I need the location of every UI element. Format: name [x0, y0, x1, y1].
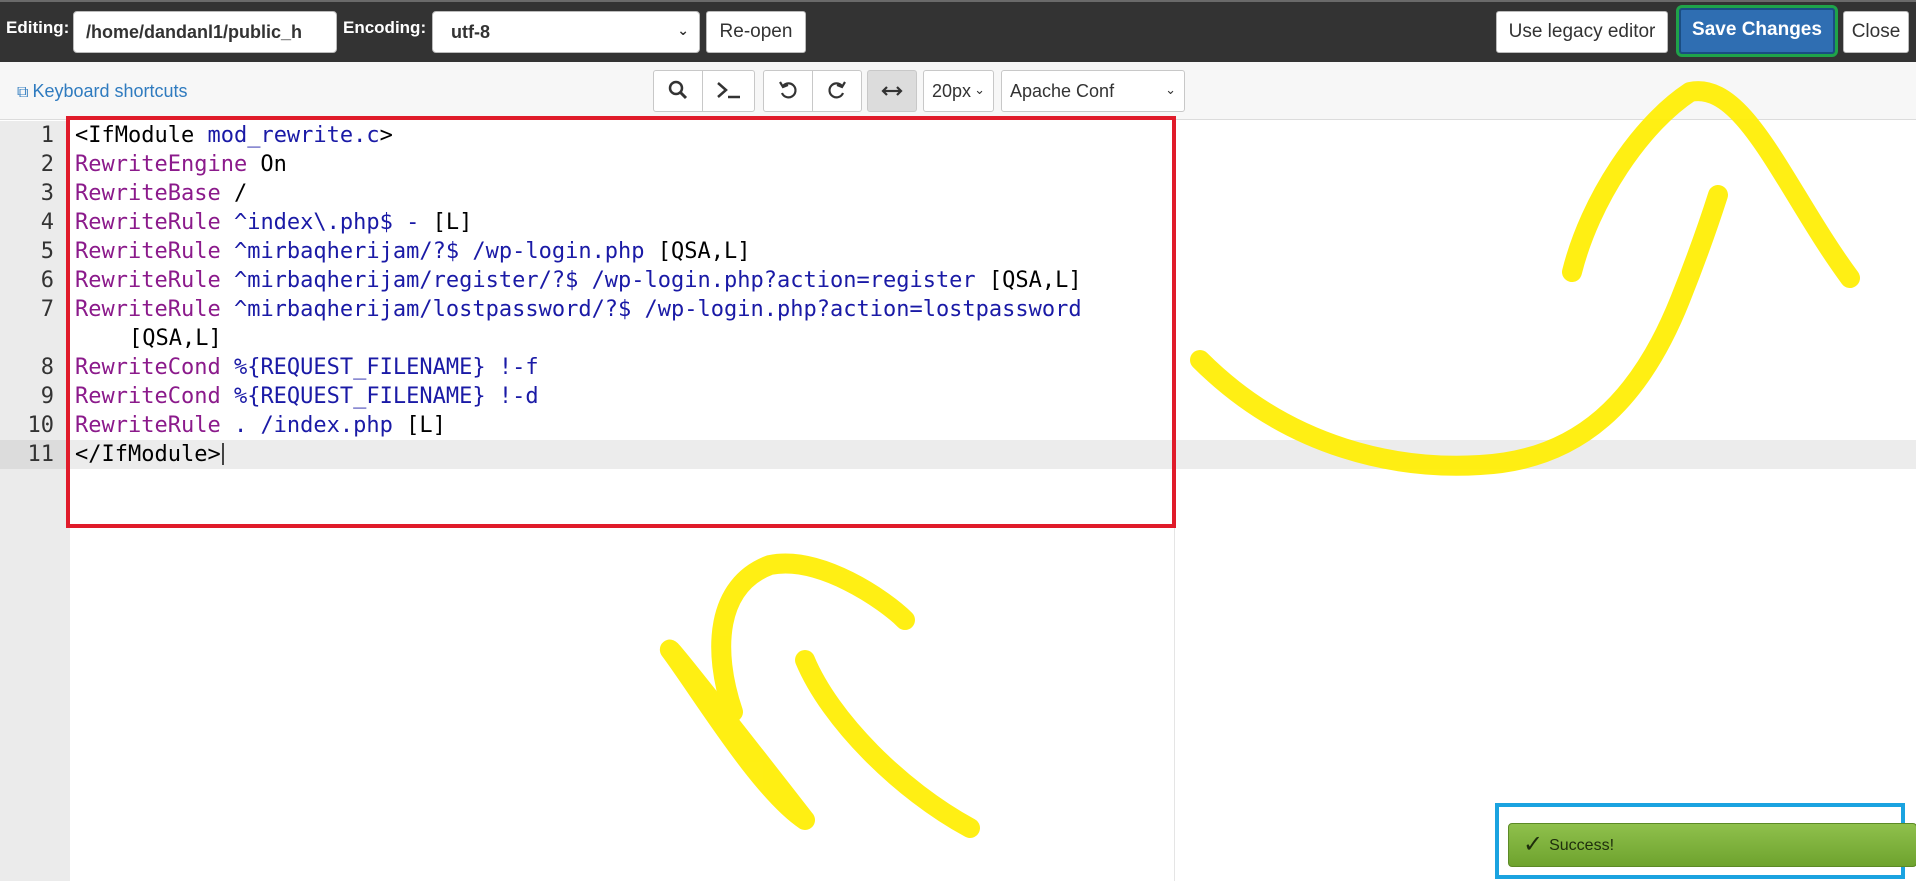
encoding-value: utf-8 [451, 22, 490, 42]
redo-icon [828, 81, 846, 99]
search-icon [668, 80, 688, 100]
line-number: 5 [40, 239, 54, 264]
close-button[interactable]: Close [1843, 11, 1909, 53]
line-number: 4 [40, 210, 54, 235]
line-number: 11 [27, 442, 55, 467]
line-number: 7 [40, 297, 54, 322]
terminal-icon [716, 82, 740, 99]
wrap-icon [881, 86, 903, 96]
syntax-mode-select[interactable]: Apache Conf ⌄ [1001, 70, 1185, 112]
check-icon: ✓ [1523, 831, 1544, 858]
file-path-field[interactable]: /home/dandanl1/public_h [73, 11, 337, 53]
save-changes-button[interactable]: Save Changes [1676, 5, 1838, 57]
redo-button[interactable] [812, 70, 862, 112]
line-number: 6 [40, 268, 54, 293]
chevron-down-icon: ⌄ [1165, 82, 1176, 97]
search-button[interactable] [653, 70, 703, 112]
line-number: 3 [40, 181, 54, 206]
external-link-icon: ⧉ [17, 84, 29, 101]
line-number: 1 [40, 123, 54, 148]
command-prompt-button[interactable] [702, 70, 755, 112]
font-size-value: 20px [932, 81, 972, 101]
line-number: 9 [40, 384, 54, 409]
reopen-button[interactable]: Re-open [706, 11, 806, 53]
code-highlight-box [66, 116, 1176, 528]
line-number: 8 [40, 355, 54, 380]
use-legacy-editor-button[interactable]: Use legacy editor [1496, 11, 1668, 53]
undo-icon [779, 81, 797, 99]
undo-button[interactable] [763, 70, 813, 112]
encoding-label: Encoding: [343, 18, 427, 37]
font-size-select[interactable]: 20px ⌄ [923, 70, 994, 112]
success-toast: ✓ Success! [1508, 823, 1916, 867]
keyboard-shortcuts-link[interactable]: ⧉ Keyboard shortcuts [17, 81, 188, 102]
syntax-mode-value: Apache Conf [1010, 81, 1115, 101]
encoding-select[interactable]: utf-8 ⌄ [432, 11, 700, 53]
editing-label: Editing: [6, 18, 70, 37]
keyboard-shortcuts-label: Keyboard shortcuts [32, 81, 188, 101]
editor-header: Editing: /home/dandanl1/public_h Encodin… [0, 0, 1916, 62]
chevron-down-icon: ⌄ [974, 82, 985, 97]
line-number: 2 [40, 152, 54, 177]
line-number: 10 [27, 413, 55, 438]
wrap-toggle-button[interactable] [867, 70, 917, 112]
chevron-down-icon: ⌄ [677, 22, 689, 38]
editor-toolbar: ⧉ Keyboard shortcuts 20px ⌄ Apache Conf ⌄ [0, 62, 1916, 120]
success-message: Success! [1549, 837, 1615, 854]
